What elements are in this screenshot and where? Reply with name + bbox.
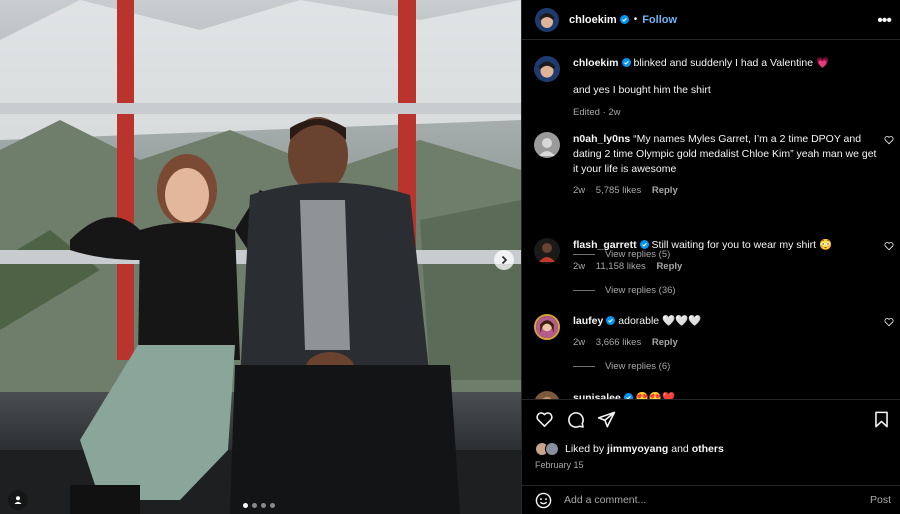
avatar-image	[534, 132, 560, 158]
avatar-image	[536, 316, 558, 338]
photo-couple-in-gondola	[0, 0, 521, 514]
like-comment-heart-icon[interactable]	[884, 317, 894, 327]
reply-button[interactable]: Reply	[656, 261, 682, 272]
likes-and: and	[671, 443, 689, 455]
comment-input[interactable]	[564, 494, 844, 506]
action-buttons	[535, 410, 616, 429]
carousel-dot	[252, 503, 257, 508]
comment: flash_garrett Still waiting for you to w…	[534, 238, 894, 298]
comment-text: Still waiting for you to wear my shirt 😳	[651, 239, 833, 251]
comment-body: sunisalee 😍😍❤️	[573, 391, 878, 399]
comment: sunisalee 😍😍❤️	[534, 391, 894, 399]
verified-badge-icon	[606, 316, 616, 325]
likers-avatars	[535, 442, 561, 456]
comment: n0ah_ly0ns “My names Myles Garret, I’m a…	[534, 132, 894, 260]
post-actions: Liked by jimmyoyang and others February …	[522, 399, 900, 470]
comment-username[interactable]: sunisalee	[573, 392, 621, 399]
comment-body: laufey adorable 🤍🤍🤍 2w 3,666 likes Reply	[573, 314, 878, 350]
commenter-avatar[interactable]	[534, 132, 560, 158]
caption-username[interactable]: chloekim	[573, 57, 619, 69]
comment-composer: Post	[522, 485, 900, 514]
separator-dot: •	[633, 14, 638, 25]
comment-body: flash_garrett Still waiting for you to w…	[573, 238, 878, 274]
liked-by-user[interactable]: jimmyoyang	[607, 443, 668, 455]
follow-button[interactable]: Follow	[642, 14, 677, 26]
person-icon	[14, 496, 22, 504]
avatar-image	[535, 7, 559, 32]
author-username[interactable]: chloekim	[569, 14, 617, 26]
reply-button[interactable]: Reply	[652, 337, 678, 348]
comment-time: 2w	[573, 185, 586, 196]
caption-text-line2: and yes I bought him the shirt	[573, 84, 711, 96]
carousel-dot	[243, 503, 248, 508]
likes-prefix: Liked by	[565, 443, 605, 455]
post-photo[interactable]	[0, 0, 521, 514]
comment: laufey adorable 🤍🤍🤍 2w 3,666 likes Reply…	[534, 314, 894, 374]
next-image-button[interactable]	[494, 250, 514, 270]
avatar-image	[534, 238, 560, 264]
like-comment-heart-icon[interactable]	[884, 135, 894, 145]
share-paper-plane-icon[interactable]	[597, 410, 616, 429]
post-comment-button[interactable]: Post	[870, 494, 891, 506]
commenter-avatar[interactable]	[534, 314, 560, 340]
author-avatar[interactable]	[534, 56, 560, 82]
commenter-avatar[interactable]	[534, 391, 560, 399]
tagged-users-button[interactable]	[8, 490, 28, 510]
instagram-post-modal: chloekim • Follow ••• chloekim blinked a…	[0, 0, 900, 514]
verified-badge-icon	[619, 15, 629, 24]
comment-likes[interactable]: 11,158 likes	[596, 261, 646, 272]
avatar-image	[534, 56, 560, 82]
verified-badge-icon	[639, 240, 649, 249]
caption-emoji: 💗	[815, 57, 830, 69]
comment-username[interactable]: laufey	[573, 315, 603, 327]
view-replies-button[interactable]: View replies (6)	[573, 361, 670, 372]
save-bookmark-icon[interactable]	[872, 410, 891, 429]
more-options-icon[interactable]: •••	[877, 12, 892, 30]
like-heart-icon[interactable]	[535, 410, 554, 429]
avatar-image	[534, 391, 560, 399]
liker-avatar	[545, 442, 559, 456]
carousel-dot	[261, 503, 266, 508]
emoji-smiley-icon[interactable]	[535, 492, 552, 509]
caption-meta: Edited · 2w	[573, 107, 621, 118]
comment-bubble-icon[interactable]	[566, 410, 585, 429]
comment-time: 2w	[573, 261, 586, 272]
view-replies-label: View replies (36)	[605, 285, 676, 296]
comment-meta: 2w 5,785 likes Reply	[573, 183, 878, 198]
post-details-panel: chloekim • Follow ••• chloekim blinked a…	[521, 0, 900, 514]
view-replies-label: View replies (6)	[605, 361, 671, 372]
comment-time: 2w	[573, 337, 586, 348]
carousel-indicator	[243, 503, 275, 508]
post-header: chloekim • Follow •••	[522, 0, 900, 40]
comment-text: 😍😍❤️	[635, 392, 676, 399]
comment-username[interactable]: n0ah_ly0ns	[573, 133, 630, 145]
replies-line	[573, 290, 595, 291]
comment-meta: 2w 3,666 likes Reply	[573, 335, 878, 350]
comment-username[interactable]: flash_garrett	[573, 239, 637, 251]
like-comment-heart-icon[interactable]	[884, 241, 894, 251]
commenter-avatar[interactable]	[534, 238, 560, 264]
comments-list[interactable]: chloekim blinked and suddenly I had a Va…	[522, 41, 900, 399]
verified-badge-icon	[621, 58, 631, 67]
post-caption: chloekim blinked and suddenly I had a Va…	[534, 56, 894, 126]
caption-body: chloekim blinked and suddenly I had a Va…	[573, 56, 878, 120]
comment-likes[interactable]: 3,666 likes	[596, 337, 641, 348]
post-date: February 15	[535, 460, 584, 470]
reply-button[interactable]: Reply	[652, 185, 678, 196]
author-avatar[interactable]	[535, 7, 559, 32]
liked-by-others[interactable]: others	[692, 443, 724, 455]
likes-summary: Liked by jimmyoyang and others	[535, 442, 724, 456]
caption-text: blinked and suddenly I had a Valentine	[633, 57, 814, 69]
comment-likes[interactable]: 5,785 likes	[596, 185, 641, 196]
comment-body: n0ah_ly0ns “My names Myles Garret, I’m a…	[573, 132, 878, 198]
comment-text: adorable 🤍🤍🤍	[618, 315, 702, 327]
replies-line	[573, 366, 595, 367]
carousel-dot	[270, 503, 275, 508]
view-replies-button[interactable]: View replies (36)	[573, 285, 676, 296]
chevron-right-icon	[501, 255, 508, 265]
comment-meta: 2w 11,158 likes Reply	[573, 259, 878, 274]
